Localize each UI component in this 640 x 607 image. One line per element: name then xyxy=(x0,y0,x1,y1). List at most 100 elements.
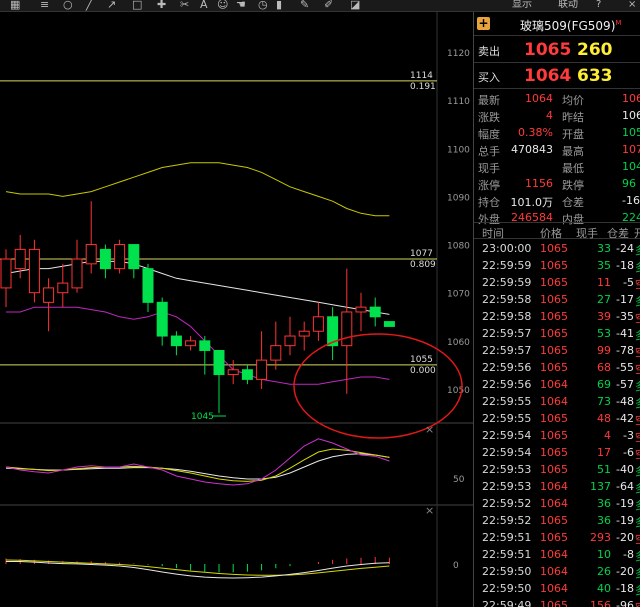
emoji-icon[interactable]: ☺ xyxy=(217,0,228,11)
stat-label: 开盘 xyxy=(562,128,584,141)
stat-value: 1064 xyxy=(525,92,553,105)
tick-oi-change: -18 xyxy=(616,259,634,272)
candle-up xyxy=(114,244,126,270)
stat-label: 昨结 xyxy=(562,111,584,124)
cut-icon[interactable]: ✂ xyxy=(180,0,189,11)
sell-volume: 260 xyxy=(577,40,613,60)
candle-down xyxy=(99,248,111,270)
kdj-d-line xyxy=(5,448,390,482)
y-tick-label: 1120 xyxy=(447,49,470,59)
macd-panel xyxy=(5,557,390,579)
grid-icon[interactable]: ▦ xyxy=(10,0,20,11)
tick-oi-change: -64 xyxy=(616,480,634,493)
kline-chart-svg[interactable]: 1120 1110 1100 1090 1080 1070 1060 1050 11140.1… xyxy=(0,12,473,607)
contract-name: 玻璃509(FG509) xyxy=(520,19,616,33)
candle-up xyxy=(256,359,268,380)
y-tick-label: 1110 xyxy=(447,97,470,107)
tick-price: 1064 xyxy=(540,378,568,391)
boll-upper-line xyxy=(5,162,390,217)
tick-flag: 多 xyxy=(635,548,640,564)
add-icon[interactable]: + xyxy=(477,17,490,30)
plus-icon[interactable]: ✚ xyxy=(157,0,166,11)
tick-oi-change: -6 xyxy=(623,446,634,459)
sell-label: 卖出 xyxy=(478,45,500,58)
list-icon[interactable]: ≡ xyxy=(40,0,49,11)
candle-down xyxy=(369,306,381,318)
tick-row: 22:59:57 1065 53 -41多 xyxy=(474,325,640,342)
close-kdj-icon[interactable]: × xyxy=(425,423,434,436)
display-menu[interactable]: 显示 xyxy=(512,0,532,11)
low-marker-label: 1045 xyxy=(191,412,214,422)
tick-volume: 17 xyxy=(597,446,611,459)
tick-oi-change: -48 xyxy=(616,395,634,408)
ruler-icon[interactable]: ▮ xyxy=(276,0,282,11)
kdj-panel xyxy=(5,438,390,486)
tick-volume: 51 xyxy=(597,463,611,476)
tick-oi-change: -18 xyxy=(616,582,634,595)
close-macd-icon[interactable]: × xyxy=(425,504,434,517)
candle-up xyxy=(71,258,83,289)
stat-row: 最新 1064 均价 106 xyxy=(474,90,640,107)
help-icon[interactable]: ? xyxy=(596,0,601,11)
square-icon[interactable]: □ xyxy=(132,0,142,11)
candle-up xyxy=(57,282,69,294)
tick-flag: 多 xyxy=(635,378,640,394)
stat-value: 1156 xyxy=(525,177,553,190)
circle-icon[interactable]: ○ xyxy=(63,0,73,11)
tick-flag: 多 xyxy=(635,242,640,258)
tick-price: 1064 xyxy=(540,395,568,408)
fib-level-price: 1055 xyxy=(410,355,433,365)
sell-row[interactable]: 卖出 1065 260 xyxy=(474,37,640,63)
candle-down xyxy=(199,340,211,351)
tick-time: 22:59:50 xyxy=(482,582,532,595)
tick-volume: 36 xyxy=(597,497,611,510)
buy-row[interactable]: 买入 1064 633 xyxy=(474,63,640,89)
tool-icon[interactable]: ✐ xyxy=(324,0,333,11)
kline-chart[interactable]: 1120 1110 1100 1090 1080 1070 1060 1050 1114 0.1… xyxy=(0,12,473,607)
tick-flag: 多 xyxy=(635,480,640,496)
arrow-icon[interactable]: ↗ xyxy=(107,0,116,11)
y-tick-label: 1100 xyxy=(447,145,470,155)
stat-value: -1661 xyxy=(622,194,640,207)
tick-volume: 53 xyxy=(597,327,611,340)
tick-volume: 11 xyxy=(597,276,611,289)
y-tick-label: 1060 xyxy=(447,338,470,348)
candle-up xyxy=(341,311,353,347)
y-tick-label: 1080 xyxy=(447,242,470,252)
link-menu[interactable]: 联动 xyxy=(558,0,578,11)
tick-time: 22:59:58 xyxy=(482,293,532,306)
line-icon[interactable]: ╱ xyxy=(86,0,93,11)
drawing-toolbar: ▦ ≡ ○ ╱ ↗ □ ✚ ✂ A ☺ ☚ ◷ ▮ ✎ ✐ ◪ 显示 联动 ? … xyxy=(0,0,640,12)
tick-oi-change: -5 xyxy=(623,276,634,289)
tick-price: 1065 xyxy=(540,344,568,357)
tick-time: 23:00:00 xyxy=(482,242,532,255)
fib-level-price: 1077 xyxy=(410,249,433,259)
candle-up xyxy=(270,345,282,361)
stat-label: 幅度 xyxy=(478,128,500,141)
pen-icon[interactable]: ✎ xyxy=(300,0,309,11)
clock-icon[interactable]: ◷ xyxy=(258,0,268,11)
tick-time: 22:59:54 xyxy=(482,446,532,459)
eraser-icon[interactable]: ◪ xyxy=(350,0,360,11)
tick-flag: 空 xyxy=(635,344,640,360)
tick-flag: 多 xyxy=(635,463,640,479)
candle-up xyxy=(284,335,296,347)
close-icon[interactable]: × xyxy=(628,0,636,11)
stat-row: 幅度 0.38% 开盘 105 xyxy=(474,124,640,141)
font-icon[interactable]: A xyxy=(200,0,208,11)
buy-volume: 633 xyxy=(577,66,613,86)
tick-oi-change: -42 xyxy=(616,412,634,425)
candle-up xyxy=(0,258,12,289)
tick-price: 1065 xyxy=(540,276,568,289)
tick-oi-change: -78 xyxy=(616,344,634,357)
tick-price: 1065 xyxy=(540,514,568,527)
stat-row: 现手 最低 104 xyxy=(474,158,640,175)
tick-row: 22:59:55 1065 48 -42空 xyxy=(474,410,640,427)
hand-icon[interactable]: ☚ xyxy=(236,0,246,11)
tick-flag: 空 xyxy=(635,429,640,445)
stat-label: 跌停 xyxy=(562,179,584,192)
candle-up xyxy=(185,340,197,347)
tick-row: 22:59:53 1064 137 -64多 xyxy=(474,478,640,495)
kdj-tick-label: 50 xyxy=(453,475,465,485)
kdj-j-line xyxy=(5,453,390,480)
